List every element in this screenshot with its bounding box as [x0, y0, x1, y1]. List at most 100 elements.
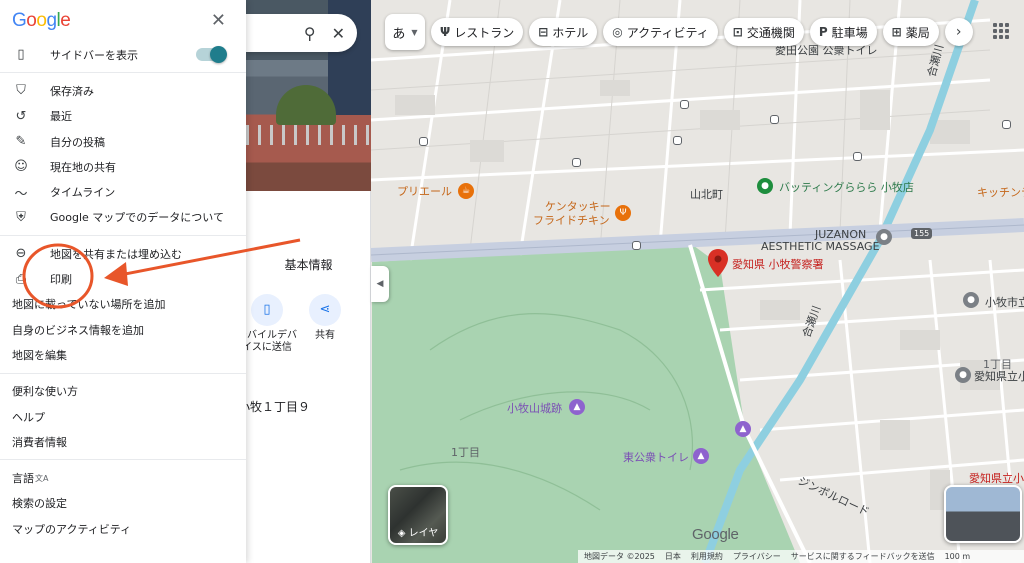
sidebar-item-label: 最近 — [50, 110, 72, 124]
chip-pharmacy[interactable]: ⊞ 薬局 — [882, 18, 939, 46]
timeline-icon: 〜 — [14, 186, 28, 202]
close-search-icon[interactable]: ✕ — [332, 24, 345, 43]
footer-scale[interactable]: 100 m — [945, 552, 971, 561]
chip-activity[interactable]: ◎ アクティビティ — [603, 18, 718, 46]
chip-restaurant[interactable]: Ψ レストラン — [431, 18, 524, 46]
sidebar-item-contributions[interactable]: ✎ 自分の投稿 — [0, 129, 246, 154]
street-view-thumbnail[interactable] — [944, 485, 1022, 543]
sidebar-item-label: タイムライン — [50, 186, 116, 200]
place-address[interactable]: 小牧１丁目９ — [238, 398, 310, 415]
show-sidebar-toggle[interactable] — [196, 46, 227, 63]
map-label-castle[interactable]: 小牧山城跡 — [507, 402, 562, 415]
bus-stop-icon[interactable] — [853, 152, 862, 161]
bus-stop-icon[interactable] — [770, 115, 779, 124]
sports-pin-icon[interactable]: ● — [757, 178, 773, 194]
map-label-kfc-2[interactable]: フライドチキン — [533, 214, 610, 227]
search-box[interactable]: ⚲ ✕ — [246, 14, 357, 52]
sidebar-item-label: 現在地の共有 — [50, 160, 116, 174]
input-language-button[interactable]: あ ▼ — [385, 14, 425, 50]
footer-region[interactable]: 日本 — [665, 551, 681, 562]
map-label-itchome-left: 1丁目 — [451, 446, 480, 459]
map-label-aichi-1[interactable]: 愛知県立小 — [974, 370, 1024, 383]
layers-icon: ◈ — [397, 528, 406, 539]
school-pin-icon[interactable]: ● — [955, 367, 971, 383]
footer-privacy-link[interactable]: プライバシー — [733, 551, 781, 562]
sidebar-item-label: 検索の設定 — [12, 497, 67, 511]
location-pin-icon[interactable] — [708, 249, 728, 277]
map-label-police[interactable]: 愛知県 小牧警察署 — [732, 258, 824, 271]
chevron-right-icon: › — [955, 24, 962, 40]
location-sharing-icon: ☺ — [14, 159, 28, 175]
tab-overview[interactable]: 基本情報 — [246, 240, 371, 288]
contributions-icon: ✎ — [15, 134, 27, 150]
chip-label: ホテル — [552, 25, 589, 40]
google-apps-icon[interactable] — [990, 20, 1012, 42]
restaurant-pin-icon[interactable]: Ψ — [615, 205, 631, 221]
footer-terms-link[interactable]: 利用規約 — [691, 551, 723, 562]
chip-label: 駐車場 — [831, 25, 868, 40]
sidebar-item-add-business[interactable]: 自身のビジネス情報を追加 — [0, 317, 246, 342]
print-icon: ⎙ — [15, 271, 27, 287]
sidebar-item-label: 消費者情報 — [12, 435, 67, 449]
chip-scroll-next-button[interactable]: › — [944, 18, 973, 46]
map-label-batting[interactable]: バッティングららら 小牧店 — [779, 181, 914, 194]
bus-stop-icon[interactable] — [1002, 120, 1011, 129]
map-label-aichi-2[interactable]: 愛知県立小 — [969, 472, 1024, 485]
sidebar-item-maps-activity[interactable]: マップのアクティビティ — [0, 516, 246, 541]
send-to-phone-button[interactable]: ▯ モバイルデバイスに送信 — [237, 294, 297, 354]
map-label-juzanon-2[interactable]: AESTHETIC MASSAGE — [761, 240, 880, 253]
sidebar-item-saved[interactable]: ⛉ 保存済み — [0, 78, 246, 103]
sidebar-item-search-settings[interactable]: 検索の設定 — [0, 491, 246, 516]
camera-icon: ◎ — [612, 25, 623, 39]
map-label-toilet[interactable]: 東公衆トイレ — [623, 451, 689, 464]
sidebar-item-share-embed[interactable]: ⊖ 地図を共有または埋め込む — [0, 241, 246, 266]
sidebar-item-show-sidebar[interactable]: ▯ サイドバーを表示 — [0, 42, 246, 67]
landmark-pin-icon[interactable]: ▲ — [569, 399, 585, 415]
share-button[interactable]: ⋖ 共有 — [295, 294, 355, 342]
map-label-prieru[interactable]: プリエール — [397, 185, 452, 198]
sidebar-item-edit-map[interactable]: 地図を編集 — [0, 342, 246, 367]
hotel-icon: ⊟ — [538, 25, 549, 39]
bus-stop-icon[interactable] — [632, 241, 641, 250]
sidebar-item-label: 印刷 — [50, 273, 72, 287]
shield-icon: ⛨ — [16, 209, 26, 225]
sidebar-item-your-data[interactable]: ⛨ Google マップでのデータについて — [0, 205, 246, 230]
chip-label: レストラン — [454, 25, 515, 40]
sidebar-item-tips[interactable]: 便利な使い方 — [0, 379, 246, 404]
sidebar-item-timeline[interactable]: 〜 タイムライン — [0, 179, 246, 204]
sidebar-header: Google ✕ — [0, 0, 246, 42]
chip-parking[interactable]: P 駐車場 — [809, 18, 877, 46]
sidebar-item-recent[interactable]: ↺ 最近 — [0, 104, 246, 129]
route-155-shield: 155 — [911, 228, 933, 239]
cafe-icon[interactable]: ☕ — [458, 183, 474, 199]
chip-transit[interactable]: ⊡ 交通機関 — [723, 18, 804, 46]
place-pin-icon[interactable]: ● — [963, 292, 979, 308]
layers-button[interactable]: ◈ レイヤ — [388, 485, 448, 545]
map-label-kfc-1[interactable]: ケンタッキー — [545, 200, 611, 213]
landmark-pin-icon[interactable]: ▲ — [735, 421, 751, 437]
chevron-down-icon: ▼ — [411, 27, 418, 37]
map-label-kitchen[interactable]: キッチンテ — [977, 186, 1024, 199]
sidebar-item-add-missing-place[interactable]: 地図に載っていない場所を追加 — [0, 292, 246, 317]
sidebar-item-label: サイドバーを表示 — [50, 48, 138, 62]
bus-stop-icon[interactable] — [680, 100, 689, 109]
search-icon[interactable]: ⚲ — [304, 24, 316, 43]
sidebar-item-language[interactable]: 言語 文A — [0, 465, 246, 490]
close-icon[interactable]: ✕ — [211, 10, 226, 31]
sidebar-item-consumer-info[interactable]: 消費者情報 — [0, 429, 246, 454]
bus-stop-icon[interactable] — [419, 137, 428, 146]
footer-feedback-link[interactable]: サービスに関するフィードバックを送信 — [791, 551, 935, 562]
collapse-panel-button[interactable]: ◀ — [371, 266, 389, 302]
toilet-pin-icon[interactable]: ▲ — [693, 448, 709, 464]
map-label-komaki-city[interactable]: 小牧市立 — [985, 296, 1024, 309]
place-pin-icon[interactable]: ● — [876, 229, 892, 245]
chip-hotel[interactable]: ⊟ ホテル — [529, 18, 598, 46]
link-icon: ⊖ — [15, 246, 27, 262]
sidebar-item-label: 地図を編集 — [12, 348, 67, 362]
divider — [0, 459, 246, 461]
sidebar-item-location-sharing[interactable]: ☺ 現在地の共有 — [0, 154, 246, 179]
bus-stop-icon[interactable] — [673, 136, 682, 145]
sidebar-item-print[interactable]: ⎙ 印刷 — [0, 266, 246, 291]
bus-stop-icon[interactable] — [572, 158, 581, 167]
sidebar-item-help[interactable]: ヘルプ — [0, 404, 246, 429]
